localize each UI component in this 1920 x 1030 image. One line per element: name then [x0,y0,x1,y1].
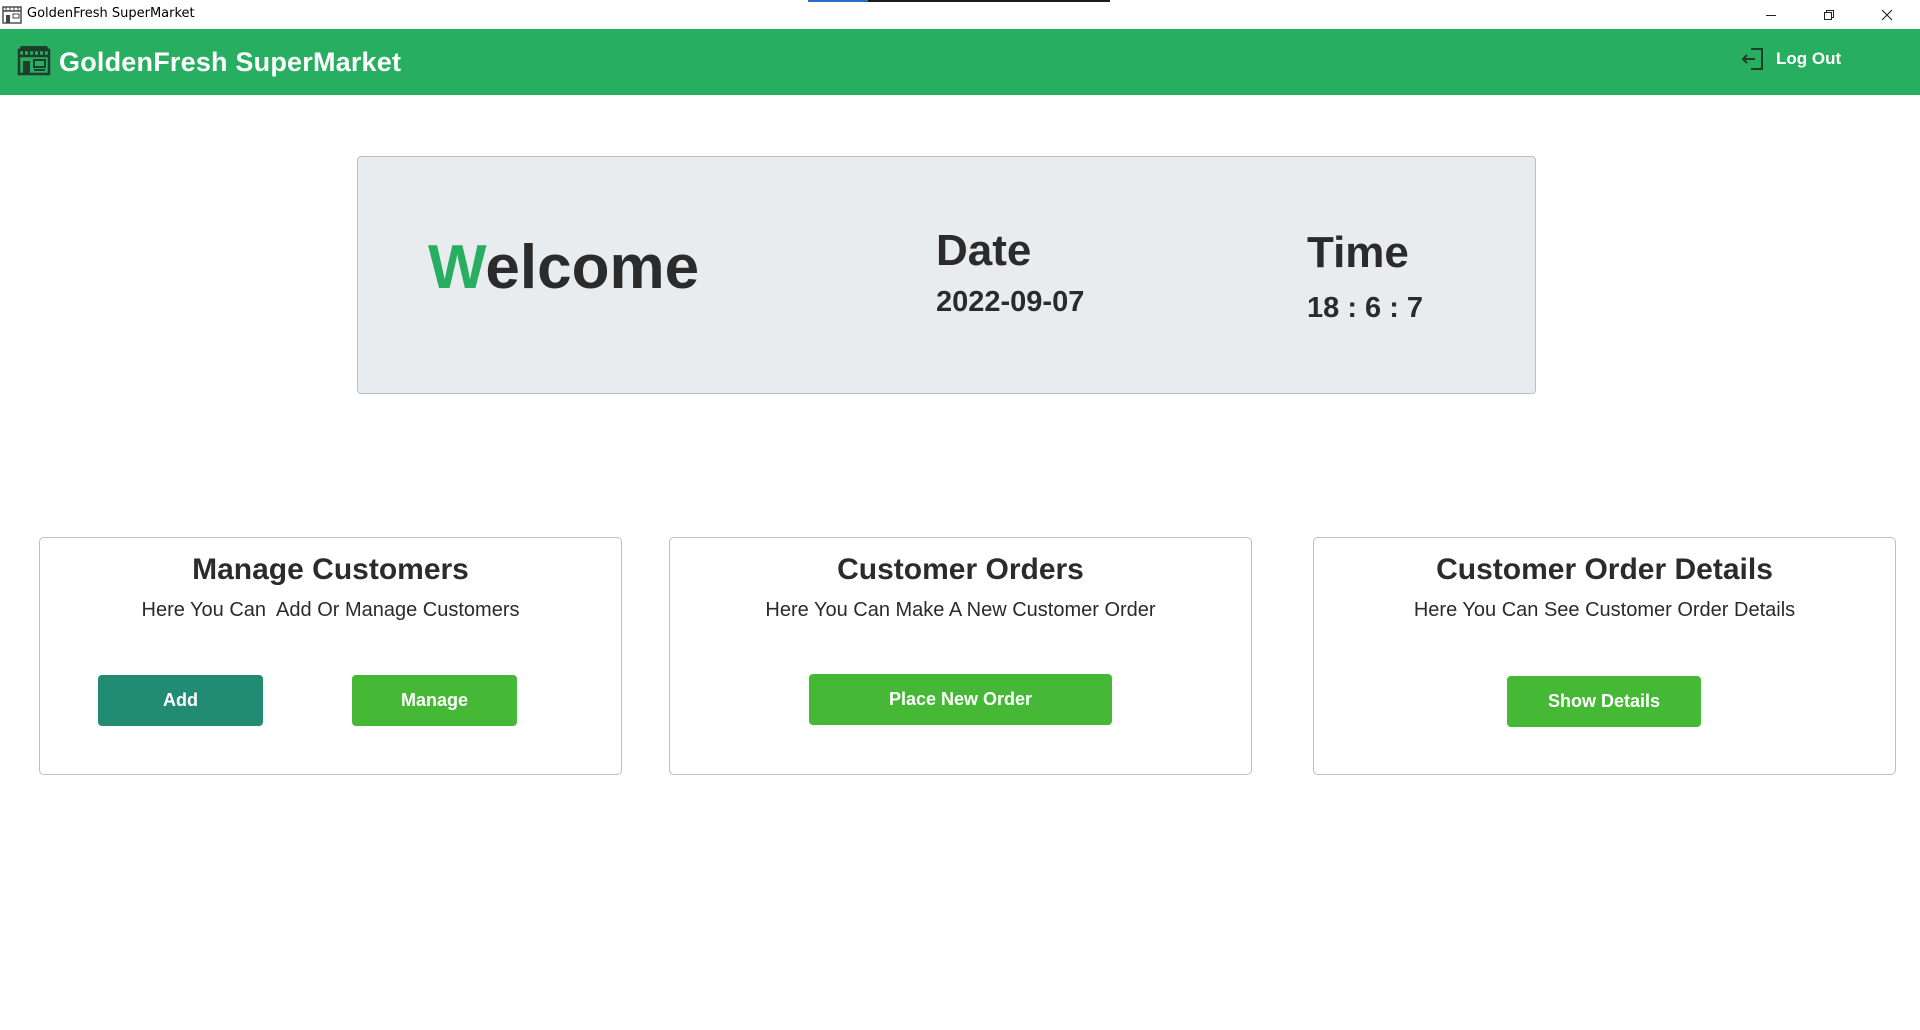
manage-customers-button[interactable]: Manage [352,675,517,726]
minimize-icon [1766,14,1776,16]
customer-orders-card: Customer Orders Here You Can Make A New … [669,537,1252,775]
restore-button[interactable] [1800,0,1858,29]
close-icon [1881,9,1893,20]
titlebar-focus-indicator [808,0,1110,2]
restore-icon [1824,9,1834,20]
window-title: GoldenFresh SuperMarket [27,6,195,21]
logout-button[interactable]: Log Out [1740,44,1841,74]
show-details-button[interactable]: Show Details [1507,676,1701,727]
storefront-icon [2,6,22,24]
card-subtitle: Here You Can Make A New Customer Order [765,599,1156,621]
logout-icon [1742,48,1763,70]
welcome-panel: Welcome Date 2022-09-07 Time 18 : 6 : 7 [357,156,1536,394]
close-button[interactable] [1858,0,1916,29]
minimize-button[interactable] [1742,0,1800,29]
logout-label: Log Out [1776,49,1842,68]
card-title: Customer Order Details [1436,553,1773,586]
add-customer-button[interactable]: Add [98,675,263,726]
manage-customers-card: Manage Customers Here You Can Add Or Man… [39,537,622,775]
brand-title: GoldenFresh SuperMarket [59,47,402,77]
card-title: Manage Customers [192,553,469,586]
welcome-first-letter: W [428,233,486,302]
window-titlebar: GoldenFresh SuperMarket [0,0,1920,29]
card-subtitle: Here You Can See Customer Order Details [1413,599,1796,621]
time-title: Time [1307,228,1409,277]
card-title: Customer Orders [837,553,1084,586]
card-subtitle: Here You Can Add Or Manage Customers [141,599,520,621]
date-title: Date [936,226,1032,275]
customer-order-details-card: Customer Order Details Here You Can See … [1313,537,1896,775]
date-value: 2022-09-07 [936,286,1085,318]
place-new-order-button[interactable]: Place New Order [809,674,1112,725]
storefront-icon [17,46,51,76]
time-value: 18 : 6 : 7 [1307,292,1424,324]
app-header: GoldenFresh SuperMarket Log Out [0,29,1920,95]
welcome-rest: elcome [485,233,700,302]
welcome-heading: Welcome [428,237,699,299]
